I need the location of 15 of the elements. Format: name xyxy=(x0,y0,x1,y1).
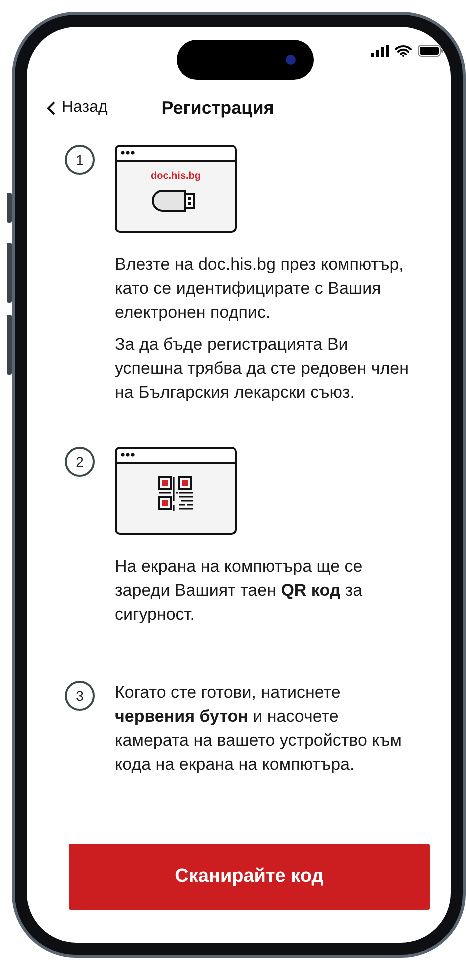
instruction-text: На екрана на компютъра ще се зареди Вашият таен QR код за сигурност. xyxy=(115,556,364,626)
signal-icon xyxy=(371,45,389,57)
step-number: 2 xyxy=(65,447,95,477)
battery-icon xyxy=(418,45,444,57)
website-address: doc.his.bg xyxy=(150,170,202,184)
chevron-left-icon xyxy=(47,100,56,116)
step-number: 3 xyxy=(65,681,95,711)
scan-code-button[interactable]: Сканирайте код xyxy=(69,844,430,910)
instruction-text: Влезте на doc.his.bg през компютър, като се идентифицирате с Вашия електронен подпис. xyxy=(115,254,405,324)
instruction-text: За да бъде регистрацията Ви успешна трябва да сте редовен член на Българския лекарски съюз. xyxy=(115,334,410,404)
page-title: Регистрация xyxy=(162,98,274,118)
instruction-text: Когато сте готови, натиснете червения бутон и насочете камерата на вашето устройство към кода на екрана на компютъра. xyxy=(115,682,403,776)
step-number: 1 xyxy=(65,145,95,175)
back-link[interactable]: Назад xyxy=(47,96,108,120)
wifi-icon xyxy=(395,45,412,57)
